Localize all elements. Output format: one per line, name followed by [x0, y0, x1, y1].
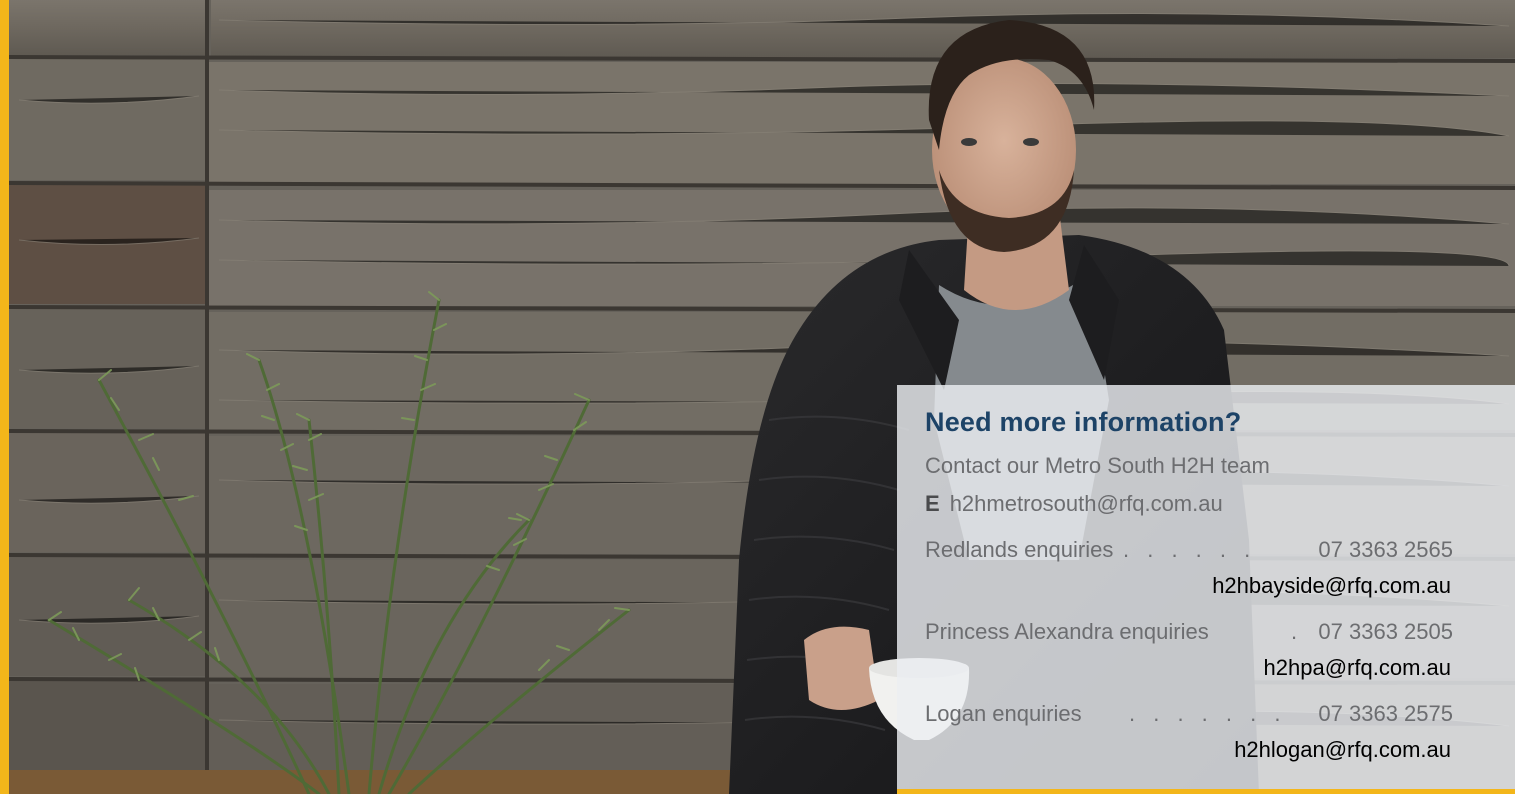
panel-intro: Contact our Metro South H2H team	[925, 453, 1270, 478]
contact-label: Redlands enquiries	[925, 537, 1114, 562]
contact-phone-link[interactable]: 07 3363 2565	[1318, 537, 1453, 563]
contact-email-link-redlands[interactable]: h2hbayside@rfq.com.au	[1212, 573, 1451, 599]
contact-phone-link[interactable]: 07 3363 2505	[1318, 619, 1453, 645]
contact-info-panel: Need more information? Contact our Metro…	[897, 385, 1515, 789]
contact-row-redlands: Redlands enquiries . . . . . . 07 3363 2…	[925, 537, 1453, 571]
leader-dots: . . . . . . .	[1129, 701, 1287, 726]
accent-bar-bottom	[897, 789, 1515, 794]
leader-dots: .	[1291, 619, 1304, 644]
general-email-link[interactable]: h2hmetrosouth@rfq.com.au	[950, 491, 1223, 516]
contact-email-link-logan[interactable]: h2hlogan@rfq.com.au	[1234, 737, 1451, 763]
contact-email-link-princess-alexandra[interactable]: h2hpa@rfq.com.au	[1264, 655, 1451, 681]
contact-label: Logan enquiries	[925, 701, 1082, 726]
contact-row-princess-alexandra: Princess Alexandra enquiries . 07 3363 2…	[925, 619, 1453, 653]
general-email-line: Eh2hmetrosouth@rfq.com.au	[925, 491, 1223, 517]
leader-dots: . . . . . .	[1123, 537, 1257, 562]
contact-row-logan: Logan enquiries . . . . . . . 07 3363 25…	[925, 701, 1453, 735]
contact-phone-link[interactable]: 07 3363 2575	[1318, 701, 1453, 727]
contact-label: Princess Alexandra enquiries	[925, 619, 1209, 644]
email-prefix-label: E	[925, 491, 940, 516]
accent-bar-left	[0, 0, 9, 794]
panel-title: Need more information?	[925, 407, 1242, 437]
